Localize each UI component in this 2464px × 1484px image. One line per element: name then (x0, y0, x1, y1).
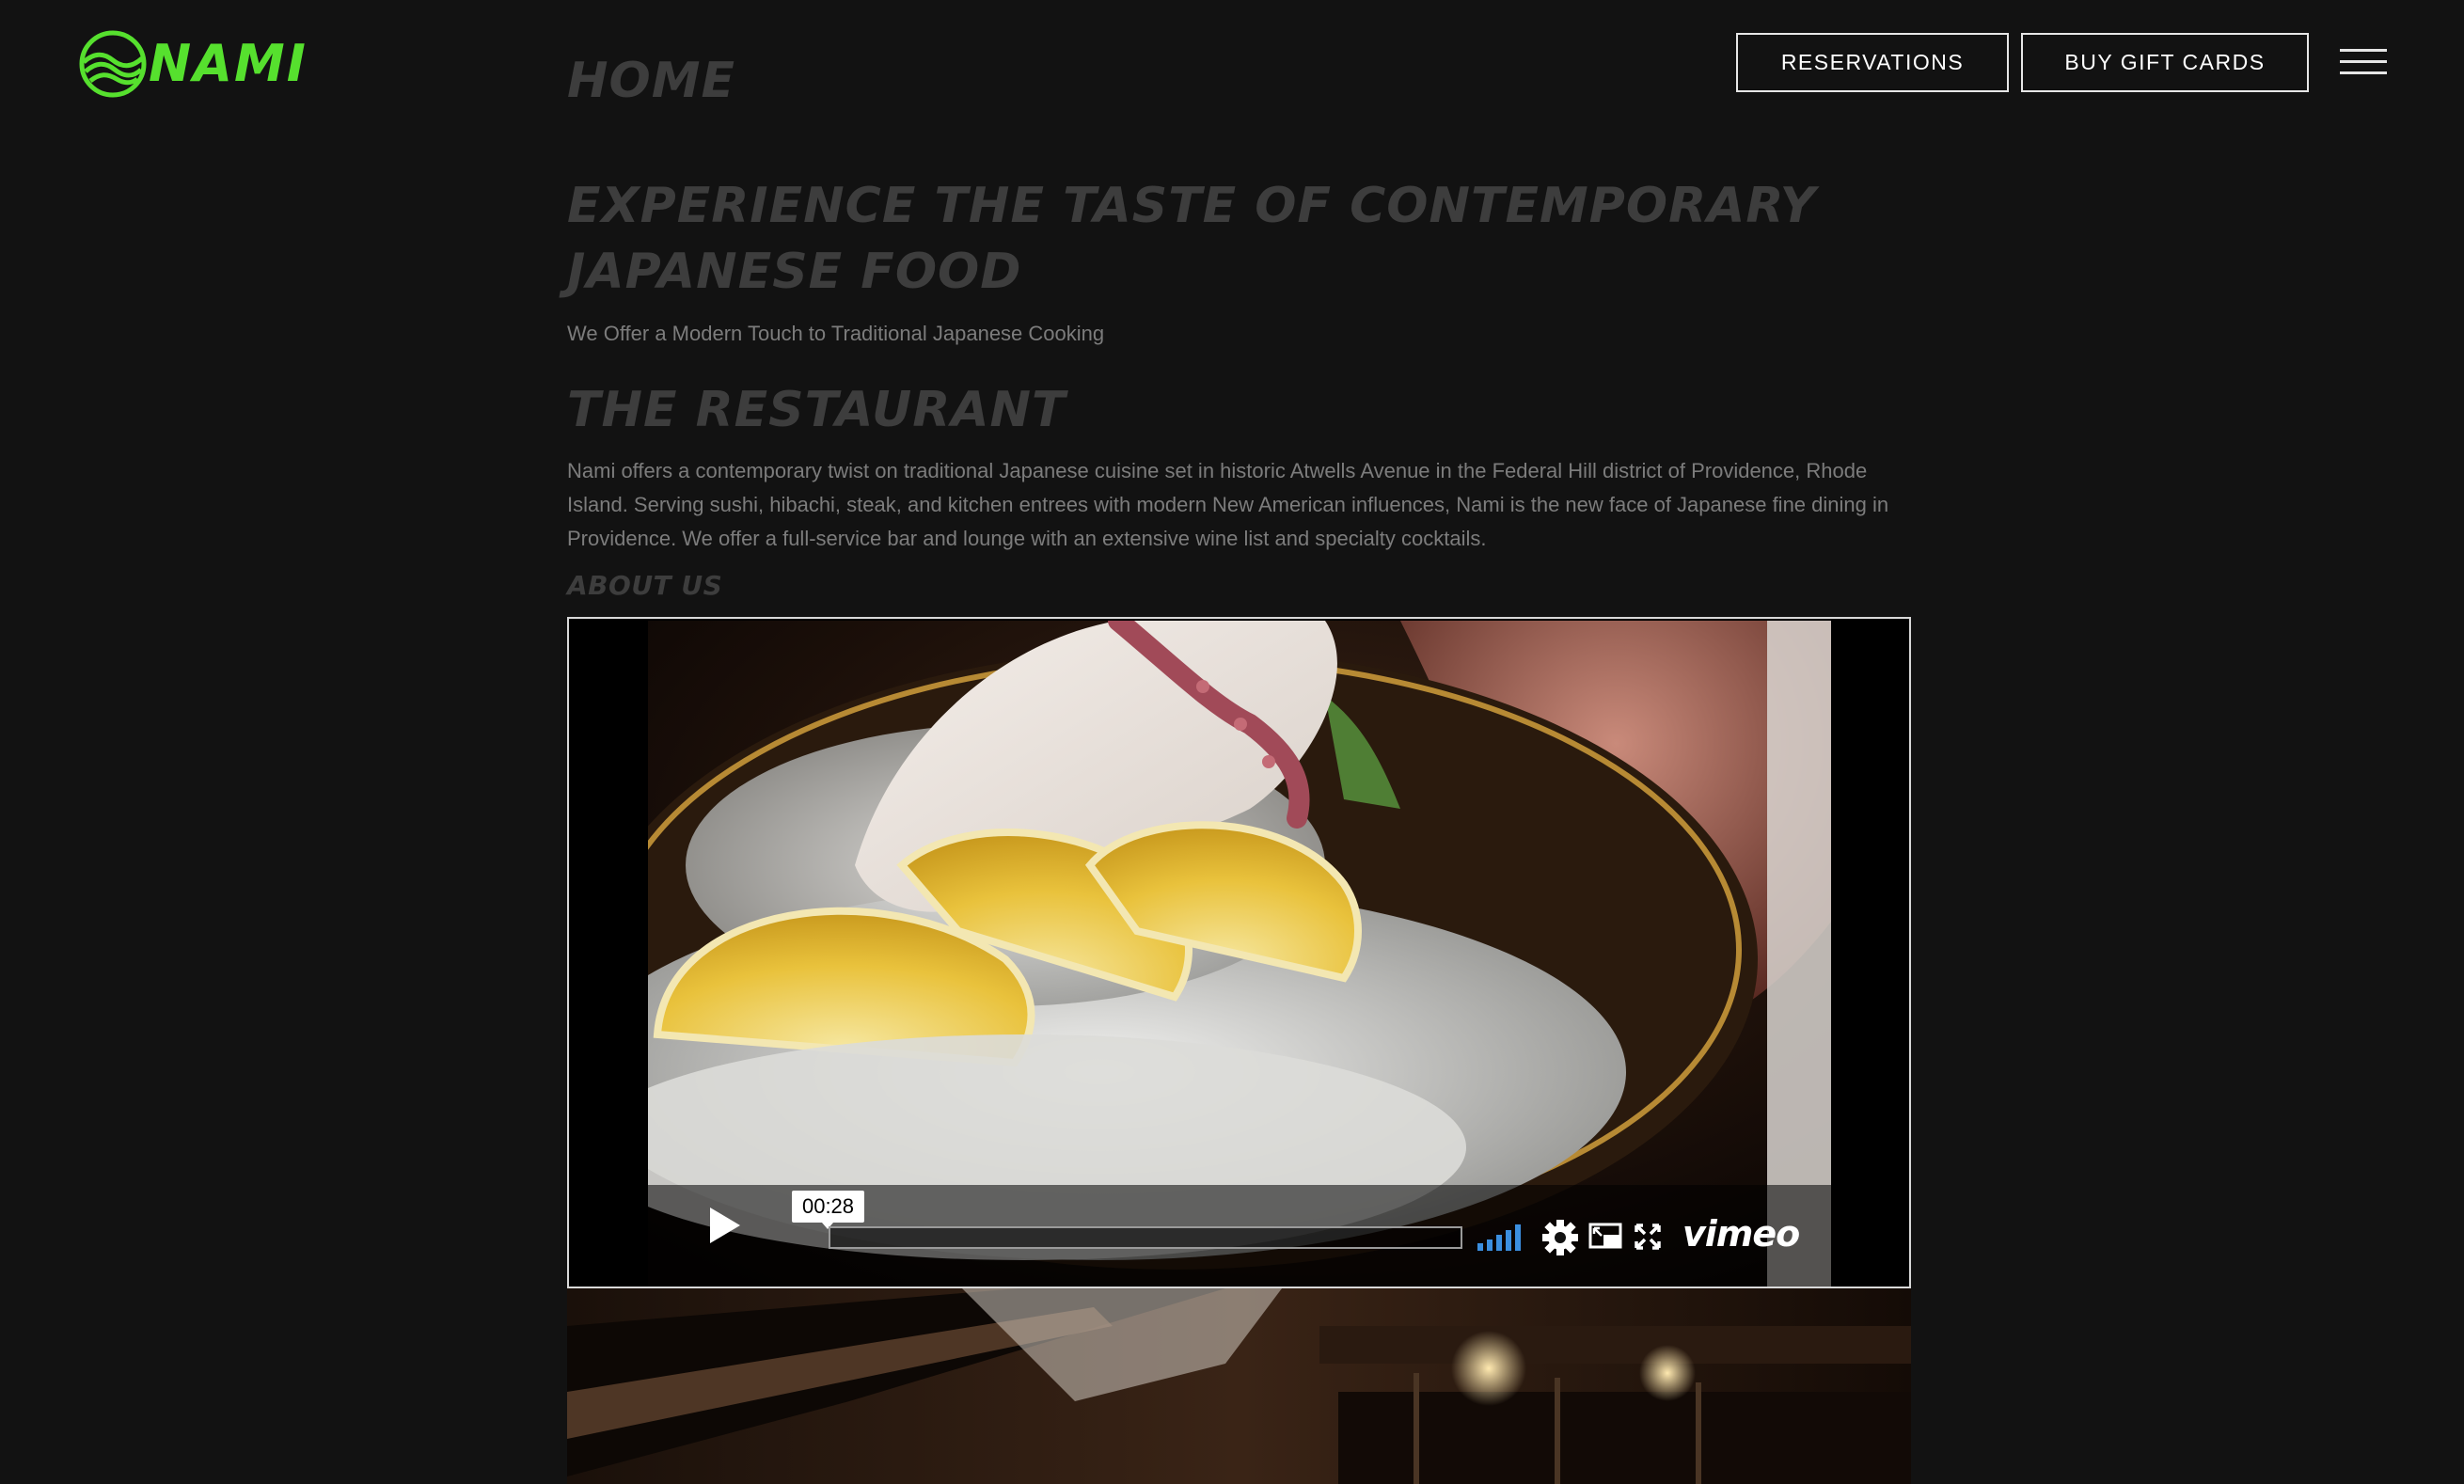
settings-gear-icon[interactable] (1541, 1219, 1579, 1256)
volume-icon[interactable] (1476, 1223, 1523, 1251)
restaurant-title: THE RESTAURANT (567, 382, 1066, 438)
video-player[interactable]: 00:28 vimeo (648, 621, 1831, 1287)
page-title: HOME (567, 53, 735, 109)
page: NAMI RESERVATIONS BUY GIFT CARDS HOME EX… (0, 0, 2464, 1484)
reservations-button[interactable]: RESERVATIONS (1736, 33, 2009, 92)
brand-wordmark: NAMI (149, 34, 308, 93)
wave-logo-icon (79, 30, 147, 98)
hamburger-menu-icon[interactable] (2340, 47, 2389, 77)
restaurant-description: Nami offers a contemporary twist on trad… (567, 459, 1889, 550)
picture-in-picture-icon[interactable] (1588, 1223, 1622, 1251)
buy-gift-cards-button[interactable]: BUY GIFT CARDS (2021, 33, 2309, 92)
menu-line (2340, 60, 2387, 63)
video-frame-sashimi-image (648, 621, 1831, 1287)
fullscreen-icon[interactable] (1634, 1223, 1662, 1251)
hero-subtitle: We Offer a Modern Touch to Traditional J… (567, 322, 1105, 345)
vimeo-logo[interactable]: vimeo (1682, 1213, 1800, 1255)
about-us-heading: ABOUT US (567, 570, 723, 601)
video-embed[interactable]: 00:28 vimeo (567, 617, 1911, 1288)
hero-title: EXPERIENCE THE TASTE OF CONTEMPORARY JAP… (567, 178, 1817, 300)
video-progress-bar[interactable] (829, 1226, 1462, 1249)
brand-logo[interactable]: NAMI (79, 30, 308, 98)
restaurant-interior-image (567, 1288, 1911, 1484)
restaurant-interior-photo (567, 1288, 1911, 1484)
menu-line (2340, 49, 2387, 52)
play-icon[interactable] (699, 1202, 746, 1249)
menu-line (2340, 71, 2387, 74)
